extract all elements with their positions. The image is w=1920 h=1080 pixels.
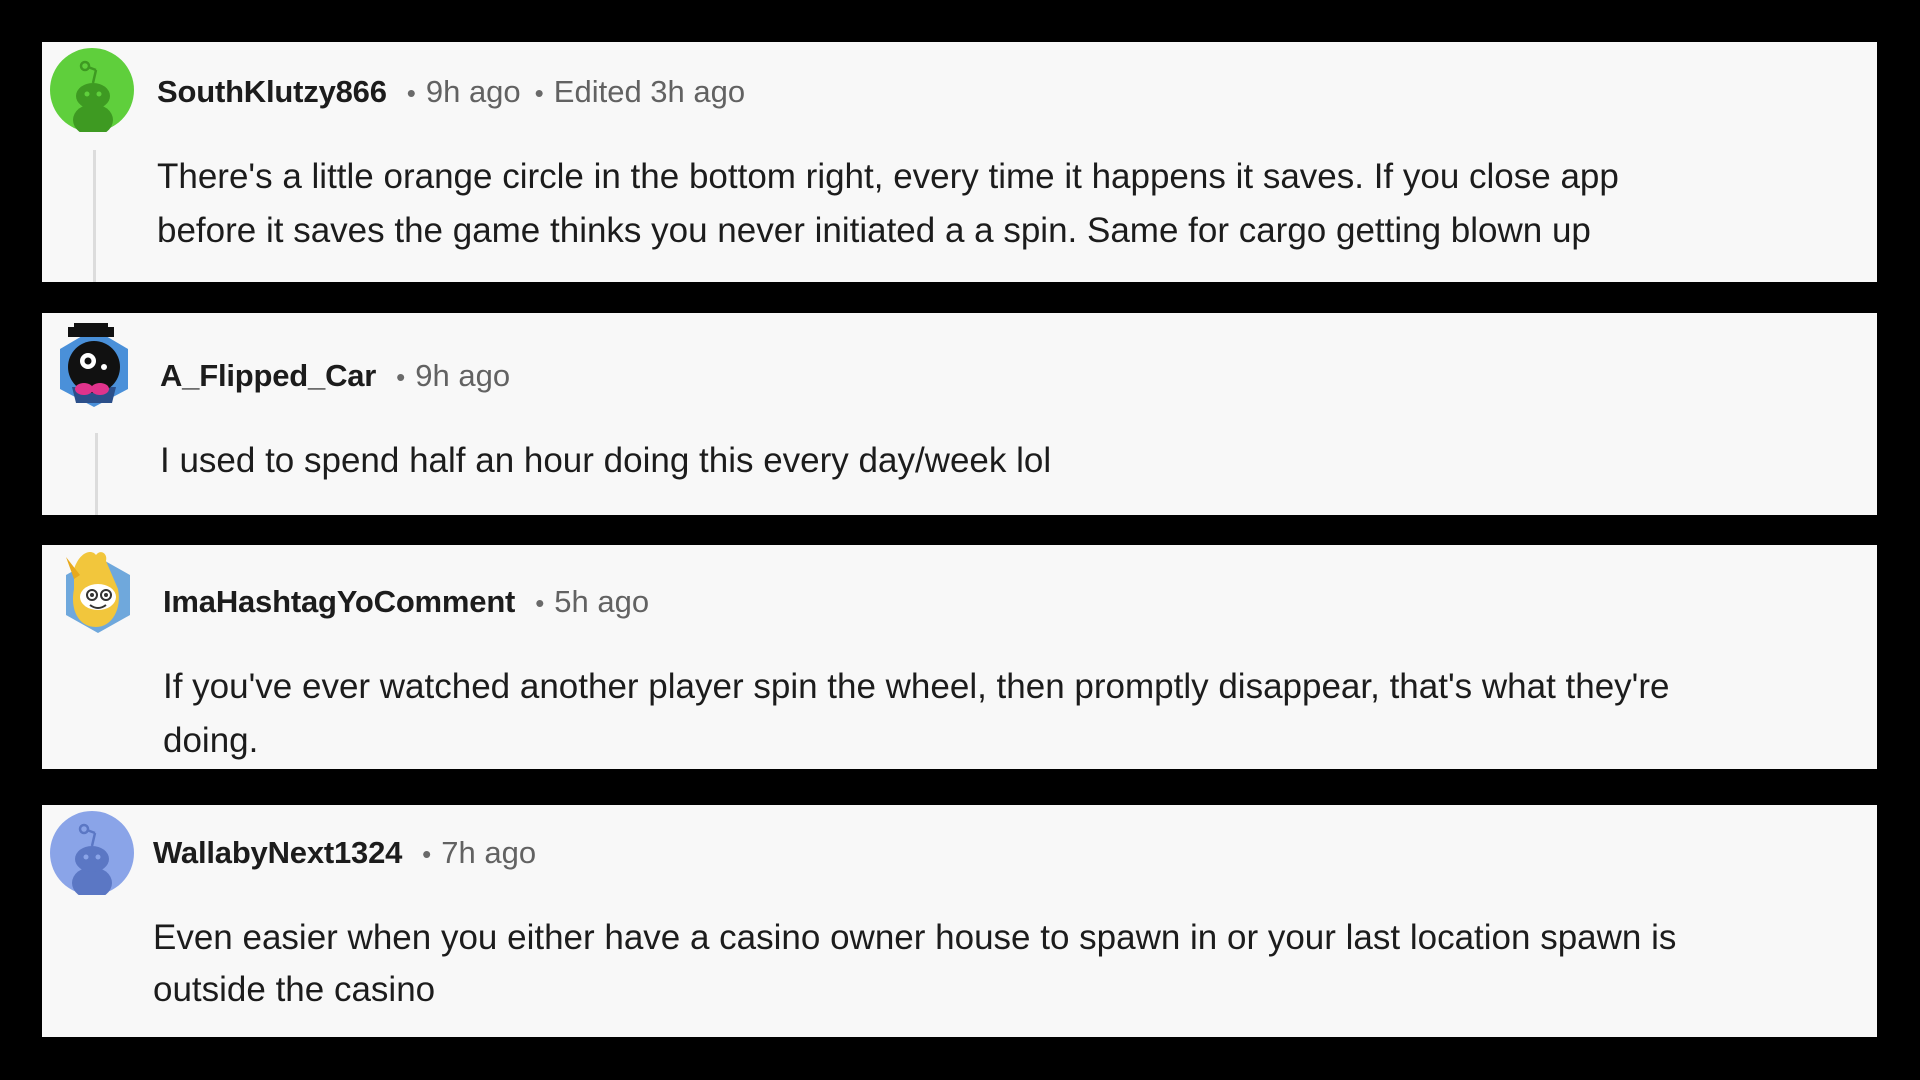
separator-dot: • <box>406 78 416 108</box>
username-link[interactable]: ImaHashtagYoComment <box>163 582 515 622</box>
comment-text-line: doing. <box>163 721 259 760</box>
separator-dot: • <box>534 78 544 108</box>
comment-text-line: outside the casino <box>153 970 436 1009</box>
separator-dot: • <box>396 362 406 392</box>
comment-card: A_Flipped_Car • 9h ago I used to spend h… <box>42 313 1877 515</box>
timestamp[interactable]: 9h ago <box>415 356 510 396</box>
thread-line[interactable] <box>93 150 96 282</box>
yellow-corn-snoo-avatar-icon[interactable] <box>56 549 140 633</box>
black-robot-snoo-avatar-icon[interactable] <box>52 323 136 407</box>
timestamp[interactable]: 5h ago <box>554 582 649 622</box>
comment-text-line: before it saves the game thinks you neve… <box>157 211 1591 250</box>
comment-card: WallabyNext1324 • 7h ago Even easier whe… <box>42 805 1877 1037</box>
username-link[interactable]: A_Flipped_Car <box>160 356 376 396</box>
comment-body: There's a little orange circle in the bo… <box>157 150 1619 258</box>
comment-card: ImaHashtagYoComment • 5h ago If you've e… <box>42 545 1877 769</box>
edited-timestamp: Edited 3h ago <box>553 74 746 109</box>
comment-text-line: I used to spend half an hour doing this … <box>160 441 1052 480</box>
comment-meta: ImaHashtagYoComment • 5h ago <box>163 582 649 623</box>
comment-meta: WallabyNext1324 • 7h ago <box>153 833 536 874</box>
comment-body: I used to spend half an hour doing this … <box>160 434 1051 488</box>
green-snoo-avatar-icon[interactable] <box>50 48 134 132</box>
blue-snoo-avatar-icon[interactable] <box>50 811 134 895</box>
comment-body: If you've ever watched another player sp… <box>163 660 1669 768</box>
comment-text-line: If you've ever watched another player sp… <box>163 667 1670 706</box>
comment-body: Even easier when you either have a casin… <box>153 912 1676 1016</box>
comment-text-line: Even easier when you either have a casin… <box>153 918 1677 957</box>
username-link[interactable]: WallabyNext1324 <box>153 833 402 873</box>
timestamp[interactable]: 7h ago <box>441 833 536 873</box>
separator-dot: • <box>535 588 545 618</box>
comment-meta: SouthKlutzy866 • 9h ago • Edited 3h ago <box>157 72 745 113</box>
comment-text-line: There's a little orange circle in the bo… <box>157 157 1619 196</box>
timestamp[interactable]: 9h ago <box>426 72 521 112</box>
separator-dot: • <box>422 839 432 869</box>
thread-line[interactable] <box>95 433 98 515</box>
comment-meta: A_Flipped_Car • 9h ago <box>160 356 510 397</box>
comment-card: SouthKlutzy866 • 9h ago • Edited 3h ago … <box>42 42 1877 282</box>
username-link[interactable]: SouthKlutzy866 <box>157 72 387 112</box>
